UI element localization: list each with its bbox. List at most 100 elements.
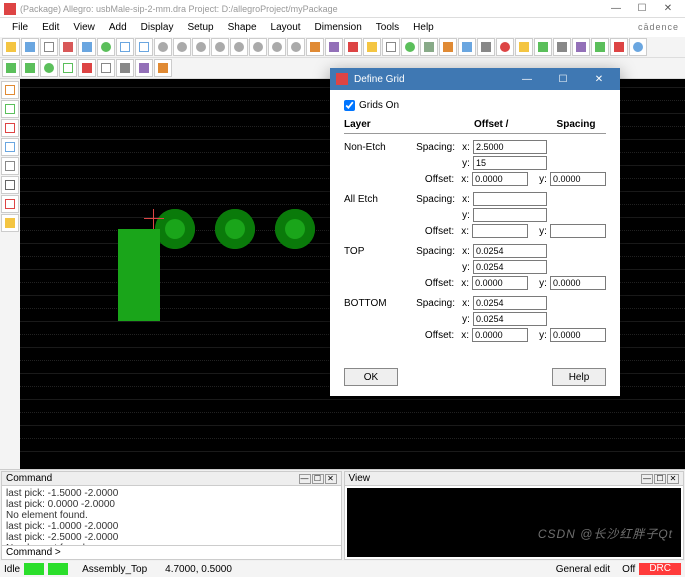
dialog-close-button[interactable]: ✕ — [584, 74, 614, 85]
window-minimize-button[interactable]: — — [603, 0, 629, 17]
cut-icon[interactable] — [59, 38, 77, 56]
menu-tools[interactable]: Tools — [370, 20, 405, 35]
zoom-prev-icon[interactable] — [230, 38, 248, 56]
pad-3[interactable] — [275, 209, 315, 249]
find-icon[interactable] — [458, 38, 476, 56]
export-icon[interactable] — [591, 38, 609, 56]
help-icon[interactable] — [629, 38, 647, 56]
timer-icon[interactable] — [515, 38, 533, 56]
command-log[interactable]: last pick: -1.5000 -2.0000 last pick: 0.… — [2, 486, 341, 545]
status-chip-2[interactable] — [48, 563, 68, 575]
grid-icon[interactable] — [382, 38, 400, 56]
shape-rect-icon[interactable] — [2, 59, 20, 77]
shape-poly-icon[interactable] — [21, 59, 39, 77]
all-etch-spacing-y[interactable] — [473, 208, 547, 222]
menu-setup[interactable]: Setup — [181, 20, 219, 35]
shape-void-icon[interactable] — [59, 59, 77, 77]
zoom-center-icon[interactable] — [249, 38, 267, 56]
arc-tool-icon[interactable] — [1, 100, 19, 118]
menu-add[interactable]: Add — [103, 20, 133, 35]
bottom-spacing-y[interactable] — [473, 312, 547, 326]
line-tool-icon[interactable] — [1, 81, 19, 99]
zoom-in-icon[interactable] — [154, 38, 172, 56]
layers-icon[interactable] — [325, 38, 343, 56]
zoom-fit-icon[interactable] — [192, 38, 210, 56]
view-min-button[interactable]: — — [641, 474, 653, 484]
component-outline[interactable] — [118, 229, 160, 321]
rect-tool-icon[interactable] — [1, 176, 19, 194]
top-spacing-y[interactable] — [473, 260, 547, 274]
help-button[interactable]: Help — [552, 368, 606, 386]
zoom-window-icon[interactable] — [211, 38, 229, 56]
shape-edge-icon[interactable] — [116, 59, 134, 77]
all-etch-spacing-x[interactable] — [473, 192, 547, 206]
status-drc[interactable]: DRC — [639, 563, 681, 575]
menu-edit[interactable]: Edit — [36, 20, 65, 35]
top-spacing-x[interactable] — [473, 244, 547, 258]
dialog-maximize-button[interactable]: ☐ — [548, 74, 578, 85]
stop-icon[interactable] — [496, 38, 514, 56]
menu-help[interactable]: Help — [407, 20, 440, 35]
non-etch-offset-y[interactable] — [550, 172, 606, 186]
drc-icon[interactable] — [401, 38, 419, 56]
view-close-button[interactable]: ✕ — [667, 474, 679, 484]
dialog-minimize-button[interactable]: — — [512, 74, 542, 85]
shape-circle-icon[interactable] — [40, 59, 58, 77]
shape-select-icon[interactable] — [97, 59, 115, 77]
draw-tool-icon[interactable] — [1, 157, 19, 175]
copy-icon[interactable] — [78, 38, 96, 56]
script-icon[interactable] — [610, 38, 628, 56]
cmd-min-button[interactable]: — — [299, 474, 311, 484]
cmd-rest-button[interactable]: ☐ — [312, 474, 324, 484]
measure-icon[interactable] — [439, 38, 457, 56]
view-thumbnail[interactable] — [347, 488, 682, 557]
ok-button[interactable]: OK — [344, 368, 398, 386]
redo-icon[interactable] — [135, 38, 153, 56]
undo-icon[interactable] — [116, 38, 134, 56]
all-etch-offset-x[interactable] — [472, 224, 528, 238]
shape-edit-icon[interactable] — [135, 59, 153, 77]
non-etch-spacing-x[interactable] — [473, 140, 547, 154]
print-icon[interactable] — [40, 38, 58, 56]
menu-shape[interactable]: Shape — [222, 20, 263, 35]
command-input[interactable] — [61, 548, 337, 558]
zoom-sel-icon[interactable] — [287, 38, 305, 56]
filter-icon[interactable] — [477, 38, 495, 56]
view-rest-button[interactable]: ☐ — [654, 474, 666, 484]
non-etch-spacing-y[interactable] — [473, 156, 547, 170]
select-tool-icon[interactable] — [1, 138, 19, 156]
report-icon[interactable] — [344, 38, 362, 56]
xsection-icon[interactable] — [572, 38, 590, 56]
non-etch-offset-x[interactable] — [472, 172, 528, 186]
delete-tool-icon[interactable] — [1, 195, 19, 213]
grids-on-checkbox[interactable] — [344, 100, 355, 111]
shape-update-icon[interactable] — [154, 59, 172, 77]
move-tool-icon[interactable] — [1, 119, 19, 137]
color-icon[interactable] — [363, 38, 381, 56]
bottom-offset-x[interactable] — [472, 328, 528, 342]
menu-view[interactable]: View — [67, 20, 101, 35]
bottom-offset-y[interactable] — [550, 328, 606, 342]
zoom-world-icon[interactable] — [268, 38, 286, 56]
top-offset-y[interactable] — [550, 276, 606, 290]
menu-dimension[interactable]: Dimension — [309, 20, 368, 35]
top-offset-x[interactable] — [472, 276, 528, 290]
pad-2[interactable] — [215, 209, 255, 249]
menu-display[interactable]: Display — [135, 20, 180, 35]
window-maximize-button[interactable]: ☐ — [629, 0, 655, 17]
save-icon[interactable] — [21, 38, 39, 56]
zoom-out-icon[interactable] — [173, 38, 191, 56]
status-chip-1[interactable] — [24, 563, 44, 575]
text-tool-icon[interactable] — [1, 214, 19, 232]
open-icon[interactable] — [2, 38, 20, 56]
refresh-icon[interactable] — [306, 38, 324, 56]
cmd-close-button[interactable]: ✕ — [325, 474, 337, 484]
menu-layout[interactable]: Layout — [265, 20, 307, 35]
hourglass-icon[interactable] — [534, 38, 552, 56]
shape-delete-icon[interactable] — [78, 59, 96, 77]
menu-file[interactable]: File — [6, 20, 34, 35]
bottom-spacing-x[interactable] — [473, 296, 547, 310]
dialog-titlebar[interactable]: Define Grid — ☐ ✕ — [330, 68, 620, 90]
grids-on-checkbox-label[interactable]: Grids On — [344, 100, 606, 111]
all-etch-offset-y[interactable] — [550, 224, 606, 238]
